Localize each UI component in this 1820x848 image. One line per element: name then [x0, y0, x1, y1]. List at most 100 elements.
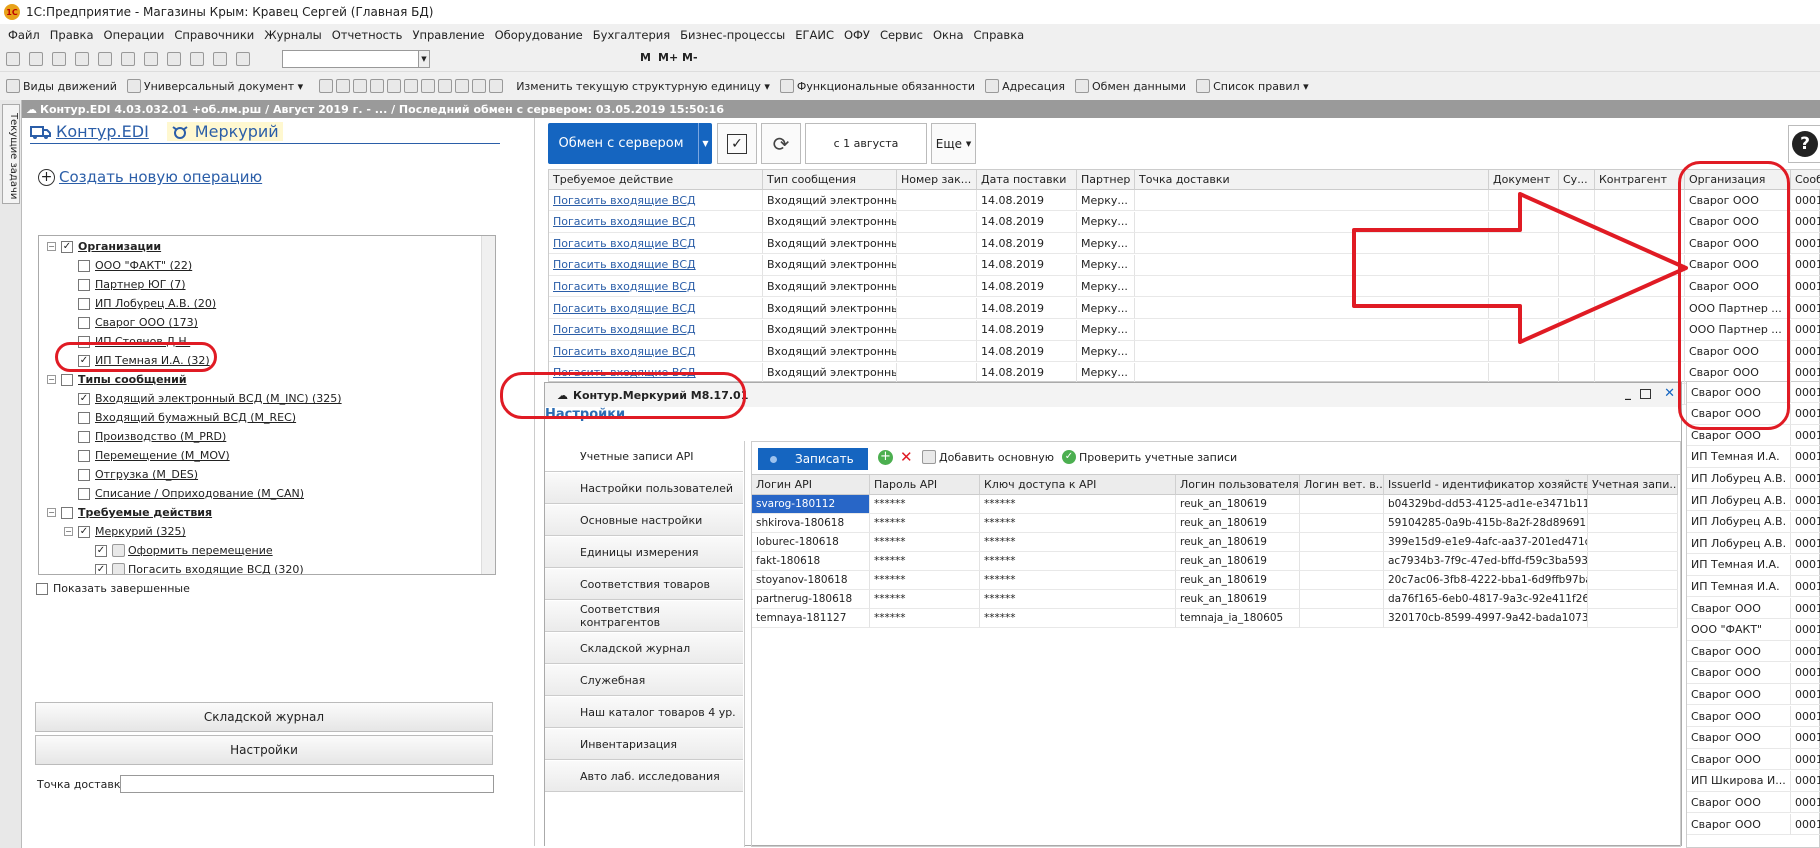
warehouse-journal-button[interactable]: Складской журнал: [35, 702, 493, 732]
column-header[interactable]: Номер зак...: [897, 170, 977, 190]
table-cell[interactable]: temnaja_ia_180605: [1176, 609, 1300, 628]
tree-checkbox[interactable]: [61, 373, 73, 386]
table-cell[interactable]: [1588, 552, 1678, 571]
delete-icon[interactable]: ✕: [900, 448, 913, 466]
table-cell[interactable]: [1588, 590, 1678, 609]
house-icon[interactable]: [336, 79, 351, 93]
action-link[interactable]: Погасить входящие ВСД: [549, 298, 763, 319]
tab-mercury[interactable]: Меркурий: [166, 122, 283, 141]
table-cell[interactable]: [1300, 552, 1384, 571]
maximize-icon[interactable]: [1640, 389, 1651, 399]
table-cell[interactable]: ac7934b3-7f9c-47ed-bffd-f59c3ba5938b: [1384, 552, 1588, 571]
settings-nav-item[interactable]: Инвентаризация: [545, 729, 743, 760]
table-cell[interactable]: [1300, 609, 1384, 628]
settings-nav-item[interactable]: Служебная: [545, 665, 743, 696]
table-cell[interactable]: [1300, 571, 1384, 590]
save-button[interactable]: Записать: [758, 448, 868, 470]
settings-nav-item[interactable]: Настройки пользователей: [545, 473, 743, 504]
table-cell[interactable]: ******: [980, 533, 1176, 552]
action-link[interactable]: Погасить входящие ВСД: [549, 211, 763, 233]
table-cell[interactable]: ******: [980, 571, 1176, 590]
menu-item[interactable]: Окна: [933, 28, 964, 42]
collapse-icon[interactable]: −: [47, 242, 56, 251]
column-header[interactable]: Пароль API: [870, 475, 980, 495]
help-button[interactable]: ?: [1788, 125, 1820, 163]
universal-doc-button[interactable]: Универсальный документ ▾: [126, 79, 303, 93]
table-cell[interactable]: 20c7ac06-3fb8-4222-bba1-6d9ffb97ba...: [1384, 571, 1588, 590]
rules-list-button[interactable]: Список правил ▾: [1196, 79, 1309, 93]
tree-row[interactable]: ИП Лобурец А.В. (20): [64, 297, 216, 310]
action-link[interactable]: Погасить входящие ВСД: [549, 341, 763, 363]
tree-checkbox[interactable]: ✓: [95, 563, 107, 574]
tree-row[interactable]: − ✓ Организации: [47, 240, 161, 253]
table-cell[interactable]: ******: [980, 552, 1176, 571]
tree-checkbox[interactable]: [78, 278, 90, 291]
tree-checkbox[interactable]: [61, 506, 73, 519]
column-header[interactable]: Точка доставки: [1135, 170, 1489, 190]
menu-item[interactable]: Бизнес-процессы: [680, 28, 785, 42]
settings-nav-item[interactable]: Основные настройки: [545, 505, 743, 536]
tree-row[interactable]: Списание / Оприходование (M_CAN): [64, 487, 304, 500]
table-cell[interactable]: ******: [870, 533, 980, 552]
current-tasks-tab[interactable]: Текущие задачи: [2, 104, 20, 204]
tree-checkbox[interactable]: ✓: [78, 525, 90, 538]
table-cell[interactable]: [1300, 533, 1384, 552]
table-cell[interactable]: ******: [980, 514, 1176, 533]
column-header[interactable]: Документ: [1489, 170, 1559, 190]
tree-row[interactable]: Входящий бумажный ВСД (M_REC): [64, 411, 296, 424]
table-cell[interactable]: [1300, 495, 1384, 514]
tree-checkbox[interactable]: [78, 430, 90, 443]
table-cell[interactable]: reuk_an_180619: [1176, 590, 1300, 609]
table-cell[interactable]: b04329bd-dd53-4125-ad1e-e3471b11...: [1384, 495, 1588, 514]
pack-icon[interactable]: [472, 79, 487, 93]
back-icon[interactable]: [190, 52, 204, 66]
people2-icon[interactable]: [404, 79, 419, 93]
tree-row[interactable]: Сварог ООО (173): [64, 316, 198, 329]
table-cell[interactable]: shkirova-180618: [752, 514, 870, 533]
table-cell[interactable]: partnerug-180618: [752, 590, 870, 609]
collapse-icon[interactable]: −: [47, 375, 56, 384]
tree-checkbox[interactable]: [78, 316, 90, 329]
column-header[interactable]: Ключ доступа к API: [980, 475, 1176, 495]
paste-icon[interactable]: [121, 52, 135, 66]
refresh-button[interactable]: ⟳: [761, 123, 801, 164]
forward-icon[interactable]: [213, 52, 227, 66]
table-cell[interactable]: reuk_an_180619: [1176, 552, 1300, 571]
action-link[interactable]: Погасить входящие ВСД: [549, 254, 763, 276]
tree-row[interactable]: ✓ Погасить входящие ВСД (320): [81, 563, 304, 574]
column-header[interactable]: Учетная запи...: [1588, 475, 1678, 495]
quick-search-input[interactable]: [282, 50, 430, 68]
action-link[interactable]: Погасить входящие ВСД: [549, 319, 763, 341]
column-header[interactable]: IssuerId - идентификатор хозяйствую...: [1384, 475, 1588, 495]
menu-item[interactable]: ОФУ: [844, 28, 870, 42]
menu-item[interactable]: Отчетность: [332, 28, 403, 42]
settings-nav-item[interactable]: Складской журнал: [545, 633, 743, 664]
menu-item[interactable]: Справка: [974, 28, 1025, 42]
more-button[interactable]: Еще ▼: [931, 123, 976, 164]
tab-kontur-edi[interactable]: Контур.EDI: [30, 122, 149, 141]
tree-checkbox[interactable]: [78, 487, 90, 500]
menu-item[interactable]: ЕГАИС: [795, 28, 834, 42]
table-cell[interactable]: ******: [980, 590, 1176, 609]
collapse-icon[interactable]: −: [64, 527, 73, 536]
z-icon[interactable]: [489, 79, 504, 93]
menu-item[interactable]: Правка: [50, 28, 94, 42]
tree-row[interactable]: − ✓ Меркурий (325): [64, 525, 186, 538]
tree-row[interactable]: Партнер ЮГ (7): [64, 278, 186, 291]
date-period-button[interactable]: с 1 августа: [805, 123, 927, 164]
minimize-icon[interactable]: _: [1625, 386, 1631, 400]
tree-row[interactable]: − Типы сообщений: [47, 373, 187, 386]
table-cell[interactable]: ******: [870, 571, 980, 590]
column-header[interactable]: Партнер: [1077, 170, 1135, 190]
tree-checkbox[interactable]: [78, 449, 90, 462]
chart-icon[interactable]: [319, 79, 334, 93]
table-cell[interactable]: [1588, 495, 1678, 514]
settings-nav-item[interactable]: Соответствия контрагентов: [545, 601, 743, 632]
check-icon[interactable]: [438, 79, 453, 93]
movement-types-button[interactable]: Виды движений: [6, 79, 117, 93]
m-minus-button[interactable]: M-: [682, 51, 698, 64]
table-cell[interactable]: 320170cb-8599-4997-9a42-bada1073...: [1384, 609, 1588, 628]
collapse-icon[interactable]: −: [47, 508, 56, 517]
action-link[interactable]: Погасить входящие ВСД: [549, 190, 763, 211]
column-header[interactable]: Су...: [1559, 170, 1595, 190]
